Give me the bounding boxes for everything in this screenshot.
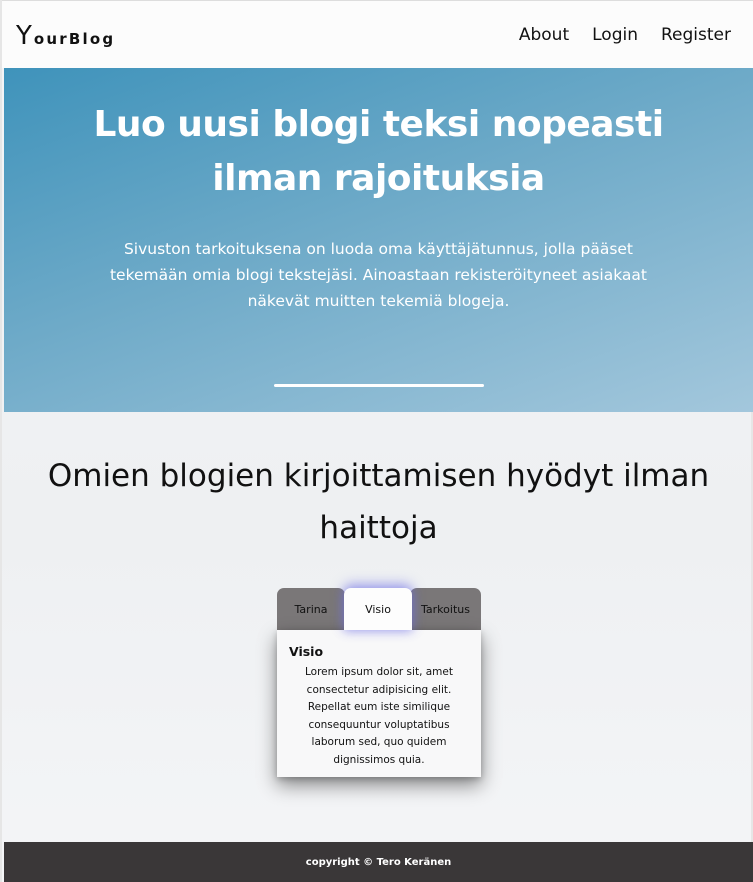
- tab-tarkoitus[interactable]: Tarkoitus: [410, 588, 481, 630]
- nav-register-link[interactable]: Register: [661, 25, 731, 45]
- nav-about-link[interactable]: About: [519, 25, 569, 45]
- section-title: Omien blogien kirjoittamisen hyödyt ilma…: [47, 458, 710, 546]
- page: YourBlog About Login Register Luo uusi b…: [0, 0, 753, 882]
- tab-tarina[interactable]: Tarina: [277, 588, 345, 630]
- nav-login-link[interactable]: Login: [592, 25, 638, 45]
- footer: copyright © Tero Keränen: [4, 842, 753, 882]
- hero-banner: Luo uusi blogi teksi nopeasti ilman rajo…: [4, 68, 753, 412]
- tab-bar: Tarina Visio Tarkoitus: [277, 588, 481, 630]
- tab-visio[interactable]: Visio: [344, 588, 412, 630]
- logo-text: ourBlog: [33, 30, 116, 48]
- logo-initial: Y: [16, 21, 34, 51]
- logo[interactable]: YourBlog: [16, 21, 115, 51]
- footer-copyright: copyright © Tero Keränen: [305, 856, 452, 868]
- tab-panel: Visio Lorem ipsum dolor sit, amet consec…: [277, 630, 481, 777]
- hero-description: Sivuston tarkoituksena on luoda oma käyt…: [109, 240, 648, 310]
- hero-title: Luo uusi blogi teksi nopeasti ilman rajo…: [93, 104, 664, 199]
- tab-panel-title: Visio: [289, 644, 324, 659]
- hero-divider: [274, 384, 484, 387]
- tab-panel-text: Lorem ipsum dolor sit, amet consectetur …: [305, 666, 453, 766]
- nav-links: About Login Register: [519, 25, 731, 45]
- navbar: YourBlog About Login Register: [2, 0, 753, 68]
